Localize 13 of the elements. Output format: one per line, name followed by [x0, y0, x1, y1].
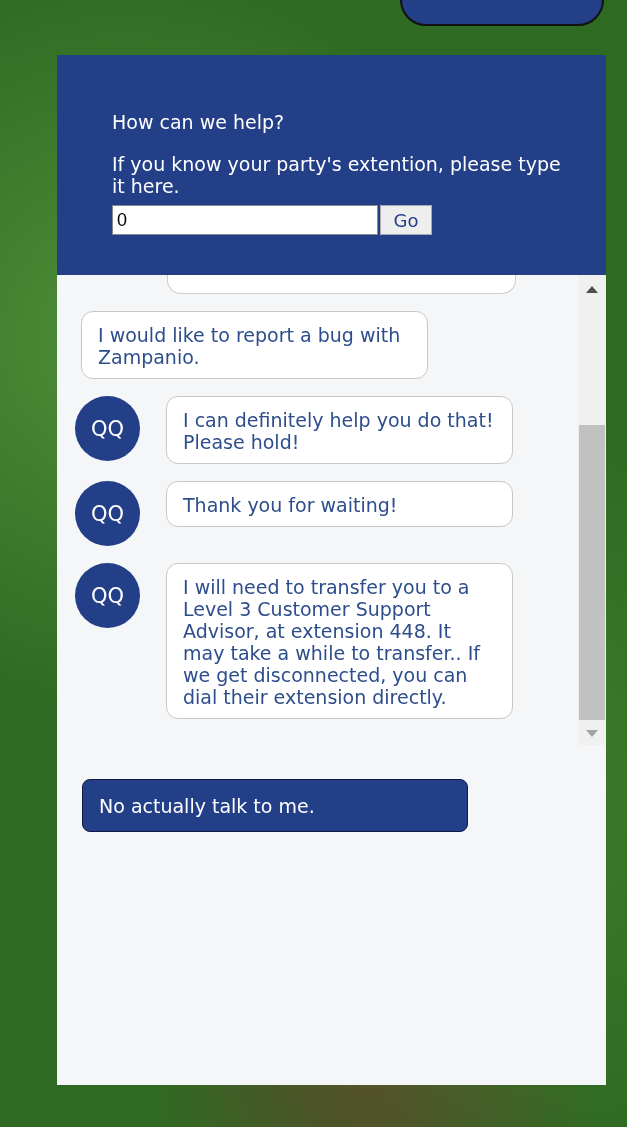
agent-message: I will need to transfer you to a Level 3 Customer Support Advisor, at extension 448. It may take a while to transfer.. If we get disconnected, you can dial their extension directly. [166, 563, 513, 719]
agent-avatar: QQ [75, 396, 140, 461]
reply-option[interactable]: No actually talk to me. [82, 779, 468, 832]
user-message: I would like to report a bug with Zampanio. [81, 311, 428, 379]
go-button[interactable]: Go [380, 205, 432, 235]
agent-avatar: QQ [75, 563, 140, 628]
agent-message: I can definitely help you do that! Please hold! [166, 396, 513, 464]
extension-instructions: If you know your party's extention, please type it here. [112, 153, 562, 197]
agent-message: Thank you for waiting! [166, 481, 513, 527]
scrollbar[interactable] [578, 275, 606, 745]
agent-avatar: QQ [75, 481, 140, 546]
extension-field[interactable]: 0 [112, 205, 378, 235]
header-title: How can we help? [112, 111, 286, 133]
